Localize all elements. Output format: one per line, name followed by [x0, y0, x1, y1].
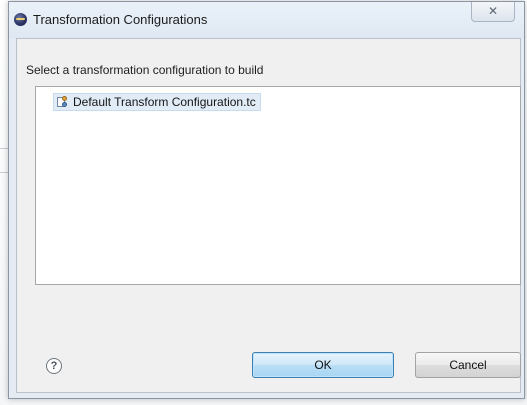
transform-config-file-icon	[56, 96, 68, 108]
title-bar[interactable]: Transformation Configurations ✕	[9, 2, 524, 38]
close-icon: ✕	[487, 4, 499, 18]
ok-button[interactable]: OK	[252, 352, 394, 378]
help-icon[interactable]: ?	[46, 358, 62, 374]
configuration-list[interactable]: Default Transform Configuration.tc	[35, 86, 521, 285]
dialog-title: Transformation Configurations	[33, 12, 208, 27]
instruction-label: Select a transformation configuration to…	[26, 63, 264, 77]
transformation-configurations-dialog: Transformation Configurations ✕ Select a…	[8, 1, 525, 399]
list-item-label: Default Transform Configuration.tc	[73, 95, 256, 109]
dialog-content: Select a transformation configuration to…	[16, 38, 521, 393]
eclipse-app-icon	[14, 13, 27, 26]
close-button[interactable]: ✕	[471, 2, 515, 22]
cancel-button[interactable]: Cancel	[415, 352, 521, 378]
list-item[interactable]: Default Transform Configuration.tc	[53, 93, 261, 111]
